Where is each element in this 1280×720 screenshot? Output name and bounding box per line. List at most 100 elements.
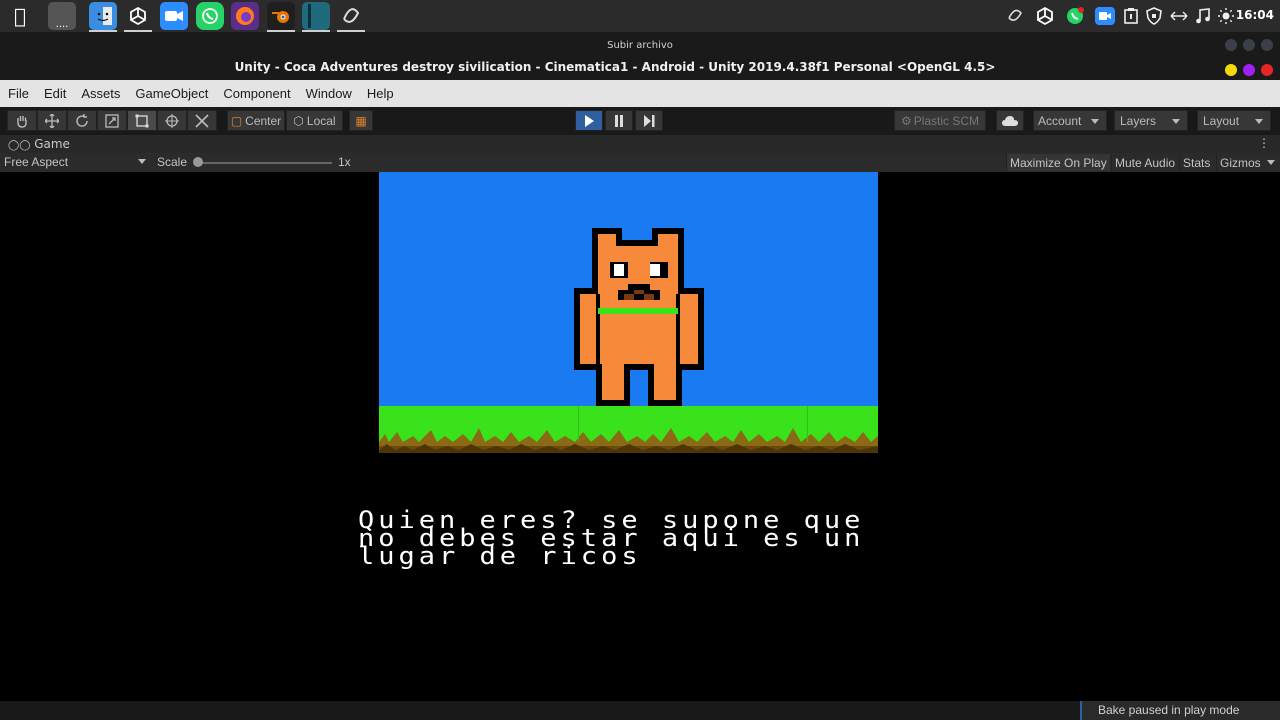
account-dropdown[interactable]: Account bbox=[1033, 110, 1107, 131]
plastic-scm-button[interactable]: ⚙ Plastic SCM bbox=[894, 110, 986, 131]
layers-label: Layers bbox=[1120, 113, 1157, 128]
status-bar: Bake paused in play mode bbox=[0, 701, 1280, 720]
music-icon[interactable] bbox=[1192, 5, 1214, 27]
gizmos-dropdown[interactable]: Gizmos bbox=[1216, 154, 1264, 171]
mute-audio-toggle[interactable]: Mute Audio bbox=[1111, 154, 1179, 171]
scale-tool-button[interactable] bbox=[97, 110, 127, 131]
pivot-center-label: Center bbox=[245, 113, 282, 128]
brightness-icon[interactable] bbox=[1215, 5, 1237, 27]
tools-icon bbox=[195, 113, 209, 128]
custom-tool-button[interactable] bbox=[187, 110, 217, 131]
status-message: Bake paused in play mode bbox=[1080, 701, 1280, 720]
rect-tool-button[interactable] bbox=[127, 110, 157, 131]
scale-label: Scale bbox=[157, 155, 188, 169]
scale-slider-track[interactable] bbox=[198, 162, 332, 164]
grid-snap-button[interactable]: ▦ bbox=[349, 110, 373, 131]
menu-help[interactable]: Help bbox=[367, 86, 394, 101]
maximize-on-play-toggle[interactable]: Maximize On Play bbox=[1006, 154, 1110, 171]
window-dot-icon[interactable] bbox=[1225, 39, 1237, 51]
layers-dropdown[interactable]: Layers bbox=[1114, 110, 1188, 131]
firefox-icon[interactable] bbox=[231, 2, 259, 30]
chevron-down-icon bbox=[1172, 119, 1180, 124]
cloud-icon bbox=[1002, 115, 1018, 126]
whatsapp-icon[interactable] bbox=[196, 2, 224, 30]
window-dot-icon[interactable] bbox=[1243, 39, 1255, 51]
zoom-icon[interactable] bbox=[160, 2, 188, 30]
scale-icon bbox=[105, 113, 119, 128]
zoom-tray-icon[interactable] bbox=[1094, 5, 1116, 27]
blender-icon[interactable] bbox=[267, 2, 295, 32]
clipboard-icon[interactable] bbox=[1120, 5, 1142, 27]
transform-icon bbox=[165, 113, 179, 128]
grid-snap-icon: ▦ bbox=[355, 113, 367, 128]
apple-menu-icon[interactable]:  bbox=[6, 2, 34, 30]
cloud-button[interactable] bbox=[996, 110, 1024, 131]
rect-icon bbox=[135, 114, 149, 127]
menu-assets[interactable]: Assets bbox=[81, 86, 120, 101]
finder-icon[interactable] bbox=[89, 2, 117, 32]
pivot-local-label: Local bbox=[306, 113, 336, 128]
aseprite-icon[interactable] bbox=[337, 2, 365, 32]
hand-icon bbox=[17, 115, 27, 128]
whatsapp-tray-icon[interactable] bbox=[1064, 5, 1086, 27]
pivot-local-button[interactable]: ⬡ Local bbox=[286, 110, 343, 131]
chevron-down-icon bbox=[1091, 119, 1099, 124]
plastic-scm-label: Plastic SCM bbox=[913, 113, 980, 128]
unity-tray-icon[interactable] bbox=[1034, 5, 1056, 27]
plastic-icon: ⚙ bbox=[900, 113, 912, 128]
game-tab-bar: ◯◯ Game ⋮ bbox=[0, 135, 1280, 153]
notification-text: Subir archivo bbox=[607, 40, 673, 51]
window-title: Unity - Coca Adventures destroy sivilica… bbox=[234, 60, 996, 74]
chevron-down-icon bbox=[138, 159, 146, 164]
tab-game[interactable]: ◯◯ Game bbox=[8, 137, 70, 151]
menu-window[interactable]: Window bbox=[306, 86, 352, 101]
maximize-button[interactable] bbox=[1243, 64, 1255, 76]
cat-character bbox=[574, 228, 704, 406]
rotate-icon bbox=[76, 113, 88, 127]
shield-icon[interactable] bbox=[1143, 5, 1165, 27]
minimize-button[interactable] bbox=[1225, 64, 1237, 76]
pivot-icon: ▢ bbox=[230, 113, 243, 128]
aseprite-tray-icon[interactable] bbox=[1004, 5, 1026, 27]
scale-slider-handle[interactable] bbox=[193, 157, 203, 167]
menu-gameobject[interactable]: GameObject bbox=[135, 86, 208, 101]
kebab-menu-icon[interactable]: ⋮ bbox=[1258, 136, 1270, 150]
aspect-dropdown[interactable]: Free Aspect bbox=[4, 155, 148, 169]
move-tool-button[interactable] bbox=[37, 110, 67, 131]
menu-component[interactable]: Component bbox=[223, 86, 290, 101]
pause-button[interactable] bbox=[605, 110, 633, 131]
play-button[interactable] bbox=[575, 110, 603, 131]
window-dot-icon[interactable] bbox=[1261, 39, 1273, 51]
chevron-down-icon bbox=[1267, 160, 1275, 165]
game-view[interactable]: Quien eres? se supone que no debes estar… bbox=[0, 172, 1280, 701]
game-control-bar: Free Aspect Scale 1x Maximize On Play Mu… bbox=[0, 153, 1280, 172]
dialogue-text: Quien eres? se supone que no debes estar… bbox=[358, 506, 865, 571]
rotate-tool-button[interactable] bbox=[67, 110, 97, 131]
window-titlebar: Unity - Coca Adventures destroy sivilica… bbox=[0, 56, 1280, 80]
move-icon bbox=[45, 113, 59, 128]
local-cube-icon: ⬡ bbox=[293, 113, 304, 128]
gamepad-icon: ◯◯ bbox=[8, 140, 31, 151]
menu-edit[interactable]: Edit bbox=[44, 86, 66, 101]
transform-tool-button[interactable] bbox=[157, 110, 187, 131]
menu-file[interactable]: File bbox=[8, 86, 29, 101]
tab-game-label: Game bbox=[34, 137, 70, 151]
pause-icon bbox=[615, 114, 623, 127]
hand-tool-button[interactable] bbox=[7, 110, 37, 131]
dirt-pattern bbox=[379, 406, 878, 453]
layout-dropdown[interactable]: Layout bbox=[1197, 110, 1271, 131]
top-dock:  .... 1 bbox=[0, 0, 1280, 32]
clock: 16:04 bbox=[1235, 8, 1274, 22]
step-icon bbox=[644, 114, 655, 127]
kdeconnect-icon[interactable] bbox=[1168, 5, 1190, 27]
layout-label: Layout bbox=[1203, 113, 1240, 128]
scale-value: 1x bbox=[338, 155, 351, 169]
notification-strip: Subir archivo bbox=[0, 32, 1280, 56]
apps-grid-icon[interactable]: .... bbox=[48, 2, 76, 30]
close-button[interactable] bbox=[1261, 64, 1273, 76]
unity-icon[interactable] bbox=[124, 2, 152, 32]
stats-toggle[interactable]: Stats bbox=[1179, 154, 1214, 171]
pivot-center-button[interactable]: ▢ Center bbox=[227, 110, 285, 131]
teal-app-icon[interactable] bbox=[302, 2, 330, 32]
step-button[interactable] bbox=[635, 110, 663, 131]
